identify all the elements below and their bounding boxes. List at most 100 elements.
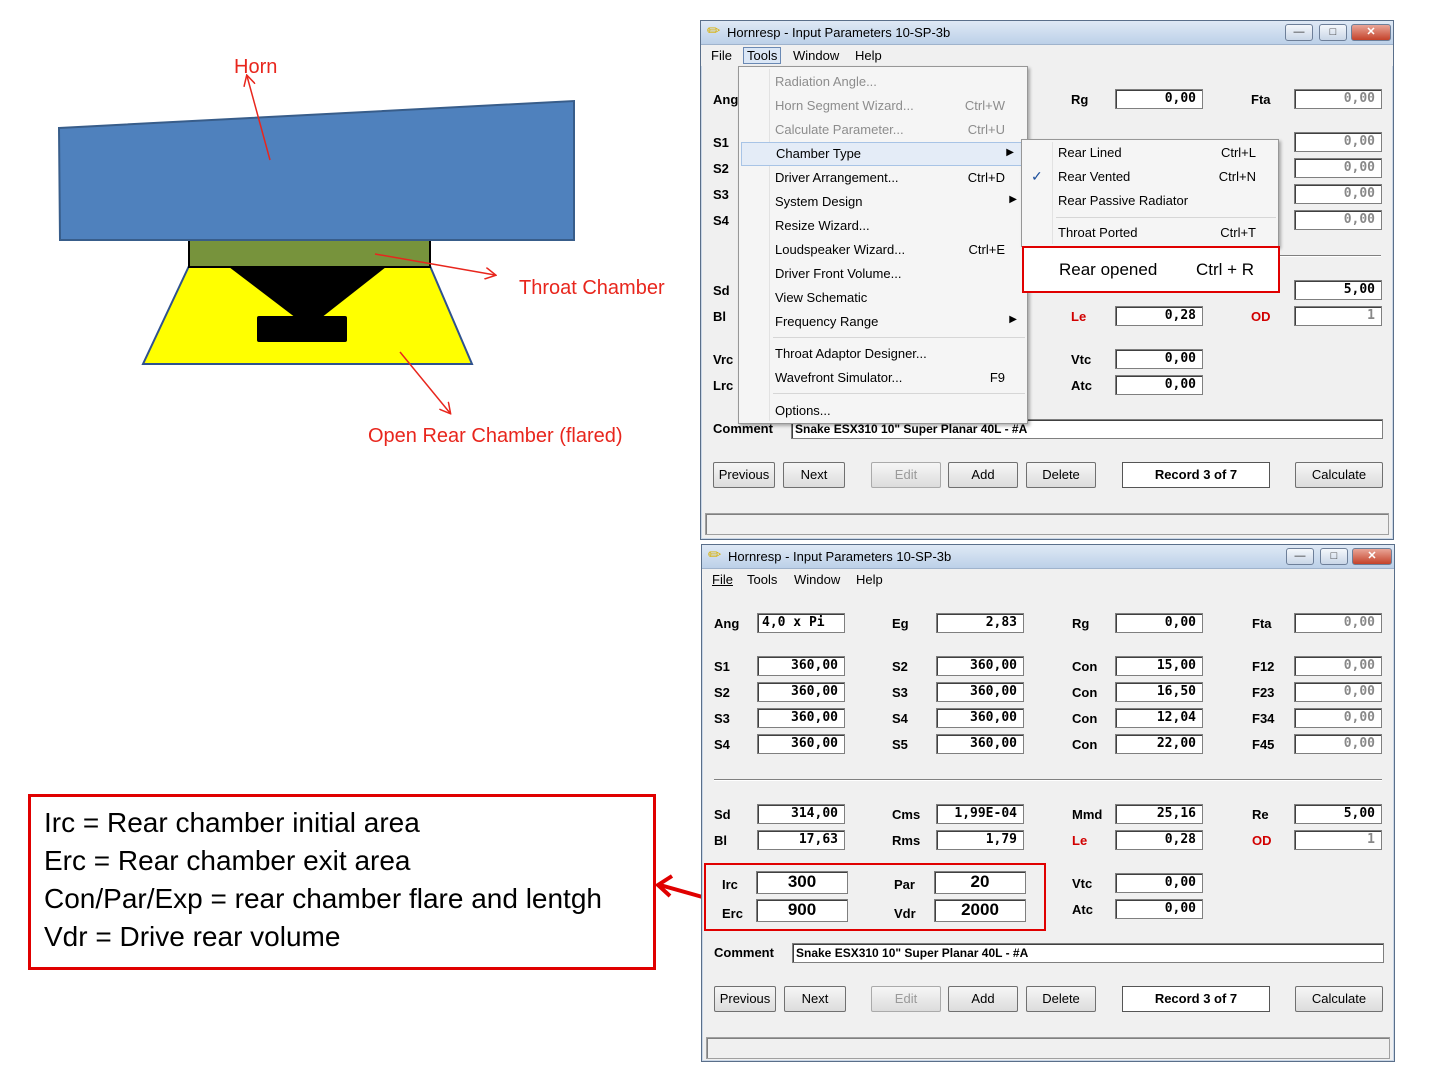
menu-item-calculate-parameter[interactable]: Calculate Parameter... Ctrl+U [739, 118, 1027, 142]
f45-field[interactable]: 0,00 [1294, 210, 1382, 230]
label-le: Le [1071, 309, 1087, 324]
s3-end-field[interactable]: 360,00 [936, 682, 1024, 702]
label-f34: F34 [1252, 711, 1275, 726]
menu-item-radiation-angle[interactable]: Radiation Angle... [739, 70, 1027, 94]
previous-button[interactable]: Previous [713, 462, 775, 488]
menu-item-chamber-type[interactable]: Chamber Type ▶ [741, 142, 1025, 166]
menu-item-driver-arrangement[interactable]: Driver Arrangement... Ctrl+D [739, 166, 1027, 190]
f45-field[interactable]: 0,00 [1294, 734, 1382, 754]
menu-file[interactable]: File [711, 48, 732, 63]
label-con3: Con [1072, 711, 1098, 726]
add-button[interactable]: Add [948, 462, 1018, 488]
menu-item-throat-adaptor-designer[interactable]: Throat Adaptor Designer... [739, 342, 1027, 366]
maximize-button[interactable]: □ [1320, 548, 1348, 565]
menu-item-resize-wizard[interactable]: Resize Wizard... [739, 214, 1027, 238]
s3-field[interactable]: 360,00 [757, 708, 845, 728]
label-bl: Bl [713, 309, 726, 324]
menu-item-horn-segment-wizard[interactable]: Horn Segment Wizard... Ctrl+W [739, 94, 1027, 118]
bl-field[interactable]: 17,63 [757, 830, 845, 850]
atc-field[interactable]: 0,00 [1115, 899, 1203, 919]
f23-field[interactable]: 0,00 [1294, 682, 1382, 702]
mmd-field[interactable]: 25,16 [1115, 804, 1203, 824]
menu-help[interactable]: Help [855, 48, 882, 63]
label-le: Le [1072, 833, 1088, 848]
cms-field[interactable]: 1,99E-04 [936, 804, 1024, 824]
fta-field[interactable]: 0,00 [1294, 613, 1382, 633]
label-s1: S1 [714, 659, 730, 674]
edit-button[interactable]: Edit [871, 462, 941, 488]
menu-item-driver-front-volume[interactable]: Driver Front Volume... [739, 262, 1027, 286]
le-field[interactable]: 0,28 [1115, 830, 1203, 850]
od-field[interactable]: 1 [1294, 306, 1382, 326]
vdr-field[interactable]: 2000 [934, 899, 1026, 922]
rear-opened-menu-item[interactable]: Rear opened Ctrl + R [1022, 246, 1280, 293]
s4-end-field[interactable]: 360,00 [936, 708, 1024, 728]
rms-field[interactable]: 1,79 [936, 830, 1024, 850]
menu-item-rear-passive-radiator[interactable]: Rear Passive Radiator [1022, 189, 1278, 213]
menu-item-rear-lined[interactable]: Rear Lined Ctrl+L [1022, 141, 1278, 165]
vtc-field[interactable]: 0,00 [1115, 873, 1203, 893]
menu-item-system-design[interactable]: System Design ▶ [739, 190, 1027, 214]
add-button[interactable]: Add [948, 986, 1018, 1012]
s5-end-field[interactable]: 360,00 [936, 734, 1024, 754]
con4-field[interactable]: 22,00 [1115, 734, 1203, 754]
f12-field[interactable]: 0,00 [1294, 132, 1382, 152]
re-field[interactable]: 5,00 [1294, 804, 1382, 824]
menu-item-options[interactable]: Options... [739, 399, 1027, 423]
vtc-field[interactable]: 0,00 [1115, 349, 1203, 369]
f12-field[interactable]: 0,00 [1294, 656, 1382, 676]
edit-button[interactable]: Edit [871, 986, 941, 1012]
con2-field[interactable]: 16,50 [1115, 682, 1203, 702]
con3-field[interactable]: 12,04 [1115, 708, 1203, 728]
f34-field[interactable]: 0,00 [1294, 184, 1382, 204]
s4-field[interactable]: 360,00 [757, 734, 845, 754]
calculate-button[interactable]: Calculate [1295, 986, 1383, 1012]
par-field[interactable]: 20 [934, 871, 1026, 894]
sd-field[interactable]: 314,00 [757, 804, 845, 824]
s2-field[interactable]: 360,00 [757, 682, 845, 702]
next-button[interactable]: Next [784, 986, 846, 1012]
atc-field[interactable]: 0,00 [1115, 375, 1203, 395]
menu-tools[interactable]: Tools [743, 47, 782, 64]
le-field[interactable]: 0,28 [1115, 306, 1203, 326]
maximize-button[interactable]: □ [1319, 24, 1347, 41]
f23-field[interactable]: 0,00 [1294, 158, 1382, 178]
con1-field[interactable]: 15,00 [1115, 656, 1203, 676]
menu-file[interactable]: File [712, 572, 733, 587]
ang-field[interactable]: 4,0 x Pi [757, 613, 845, 633]
title-bar: ✏ Hornresp - Input Parameters 10-SP-3b —… [702, 545, 1394, 569]
s2-end-field[interactable]: 360,00 [936, 656, 1024, 676]
menu-item-view-schematic[interactable]: View Schematic [739, 286, 1027, 310]
fta-field[interactable]: 0,00 [1294, 89, 1382, 109]
re-field[interactable]: 5,00 [1294, 280, 1382, 300]
minimize-button[interactable]: — [1285, 24, 1313, 41]
menu-item-rear-vented[interactable]: ✓ Rear Vented Ctrl+N [1022, 165, 1278, 189]
previous-button[interactable]: Previous [714, 986, 776, 1012]
minimize-button[interactable]: — [1286, 548, 1314, 565]
menu-item-throat-ported[interactable]: Throat Ported Ctrl+T [1022, 221, 1278, 245]
menu-item-loudspeaker-wizard[interactable]: Loudspeaker Wizard... Ctrl+E [739, 238, 1027, 262]
delete-button[interactable]: Delete [1026, 462, 1096, 488]
calculate-button[interactable]: Calculate [1295, 462, 1383, 488]
menu-item-frequency-range[interactable]: Frequency Range ▶ [739, 310, 1027, 334]
s1-field[interactable]: 360,00 [757, 656, 845, 676]
close-button[interactable]: ✕ [1351, 24, 1391, 41]
menu-help[interactable]: Help [856, 572, 883, 587]
menu-item-wavefront-simulator[interactable]: Wavefront Simulator... F9 [739, 366, 1027, 390]
menu-window[interactable]: Window [794, 572, 840, 587]
rg-field[interactable]: 0,00 [1115, 89, 1203, 109]
delete-button[interactable]: Delete [1026, 986, 1096, 1012]
menu-window[interactable]: Window [793, 48, 839, 63]
label-s1: S1 [713, 135, 729, 150]
irc-field[interactable]: 300 [756, 871, 848, 894]
close-button[interactable]: ✕ [1352, 548, 1392, 565]
f34-field[interactable]: 0,00 [1294, 708, 1382, 728]
next-button[interactable]: Next [783, 462, 845, 488]
comment-field[interactable]: Snake ESX310 10" Super Planar 40L - #A [792, 943, 1384, 963]
od-field[interactable]: 1 [1294, 830, 1382, 850]
eg-field[interactable]: 2,83 [936, 613, 1024, 633]
status-bar [705, 513, 1389, 535]
rg-field[interactable]: 0,00 [1115, 613, 1203, 633]
erc-field[interactable]: 900 [756, 899, 848, 922]
menu-tools[interactable]: Tools [747, 572, 777, 587]
